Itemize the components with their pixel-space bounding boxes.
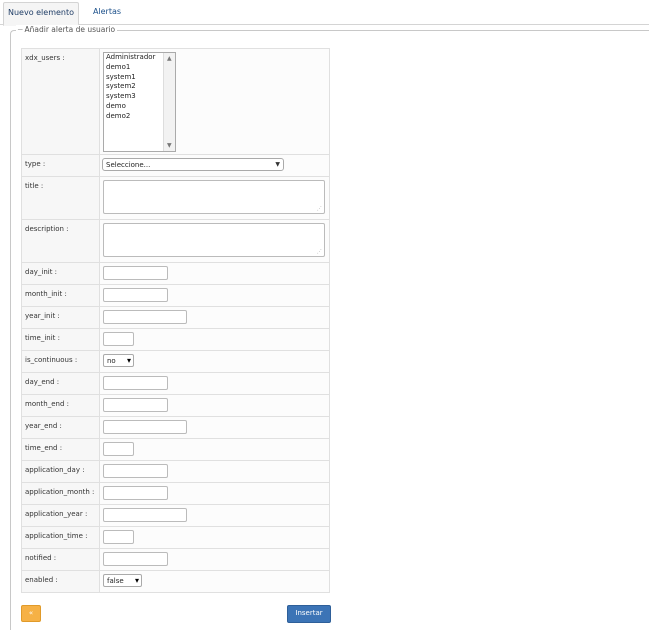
collapse-icon[interactable]: ─ — [18, 25, 23, 34]
dropdown-arrow-icon: ▾ — [134, 576, 139, 585]
application-year-input[interactable] — [103, 508, 187, 522]
resize-grip-icon[interactable]: ⋰ — [317, 206, 322, 212]
label-application-time: application_time : — [21, 526, 100, 549]
type-select[interactable]: Seleccione... ▼ — [102, 158, 284, 171]
title-textarea[interactable]: ⋰ — [103, 180, 325, 214]
time-end-input[interactable] — [103, 442, 134, 456]
add-alert-fieldset: ─ Añadir alerta de usuario xdx_users : Ad… — [10, 25, 649, 630]
application-time-input[interactable] — [103, 530, 134, 544]
back-button[interactable]: « — [21, 605, 41, 622]
is-continuous-value: no — [107, 357, 116, 365]
insert-button[interactable]: Insertar — [287, 605, 331, 623]
resize-grip-icon[interactable]: ⋰ — [317, 249, 322, 255]
label-time-end: time_end : — [21, 438, 100, 461]
dropdown-arrow-icon: ▾ — [126, 356, 131, 365]
application-month-input[interactable] — [103, 486, 168, 500]
label-month-init: month_init : — [21, 284, 100, 307]
day-end-input[interactable] — [103, 376, 168, 390]
day-init-input[interactable] — [103, 266, 168, 280]
label-description: description : — [21, 219, 100, 263]
tab-bar: Nuevo elemento Alertas — [0, 0, 649, 26]
label-day-end: day_end : — [21, 372, 100, 395]
month-init-input[interactable] — [103, 288, 168, 302]
label-type: type : — [21, 154, 100, 177]
time-init-input[interactable] — [103, 332, 134, 346]
label-application-month: application_month : — [21, 482, 100, 505]
enabled-select[interactable]: false ▾ — [103, 574, 142, 587]
scroll-up-icon[interactable]: ▲ — [167, 55, 172, 62]
label-application-day: application_day : — [21, 460, 100, 483]
xdx-users-listbox[interactable]: Administrador demo1 system1 system2 syst… — [103, 52, 176, 152]
chevron-down-icon: ▼ — [275, 161, 280, 168]
label-time-init: time_init : — [21, 328, 100, 351]
scroll-down-icon[interactable]: ▼ — [167, 142, 172, 149]
label-year-init: year_init : — [21, 306, 100, 329]
fieldset-legend: ─ Añadir alerta de usuario — [16, 25, 118, 34]
label-application-year: application_year : — [21, 504, 100, 527]
year-init-input[interactable] — [103, 310, 187, 324]
notified-input[interactable] — [103, 552, 168, 566]
legend-text: Añadir alerta de usuario — [24, 25, 116, 34]
label-title: title : — [21, 176, 100, 220]
type-select-value: Seleccione... — [106, 161, 151, 169]
alert-form: xdx_users : Administrador demo1 system1 … — [21, 48, 330, 593]
tab-nuevo-elemento[interactable]: Nuevo elemento — [3, 2, 79, 26]
label-year-end: year_end : — [21, 416, 100, 439]
label-xdx-users: xdx_users : — [21, 48, 100, 155]
description-textarea[interactable]: ⋰ — [103, 223, 325, 257]
application-day-input[interactable] — [103, 464, 168, 478]
year-end-input[interactable] — [103, 420, 187, 434]
label-day-init: day_init : — [21, 262, 100, 285]
label-is-continuous: is_continuous : — [21, 350, 100, 373]
tab-alertas[interactable]: Alertas — [87, 2, 127, 24]
listbox-scrollbar[interactable]: ▲ ▼ — [163, 53, 175, 151]
enabled-value: false — [107, 577, 124, 585]
label-month-end: month_end : — [21, 394, 100, 417]
month-end-input[interactable] — [103, 398, 168, 412]
label-enabled: enabled : — [21, 570, 100, 593]
label-notified: notified : — [21, 548, 100, 571]
is-continuous-select[interactable]: no ▾ — [103, 354, 134, 367]
